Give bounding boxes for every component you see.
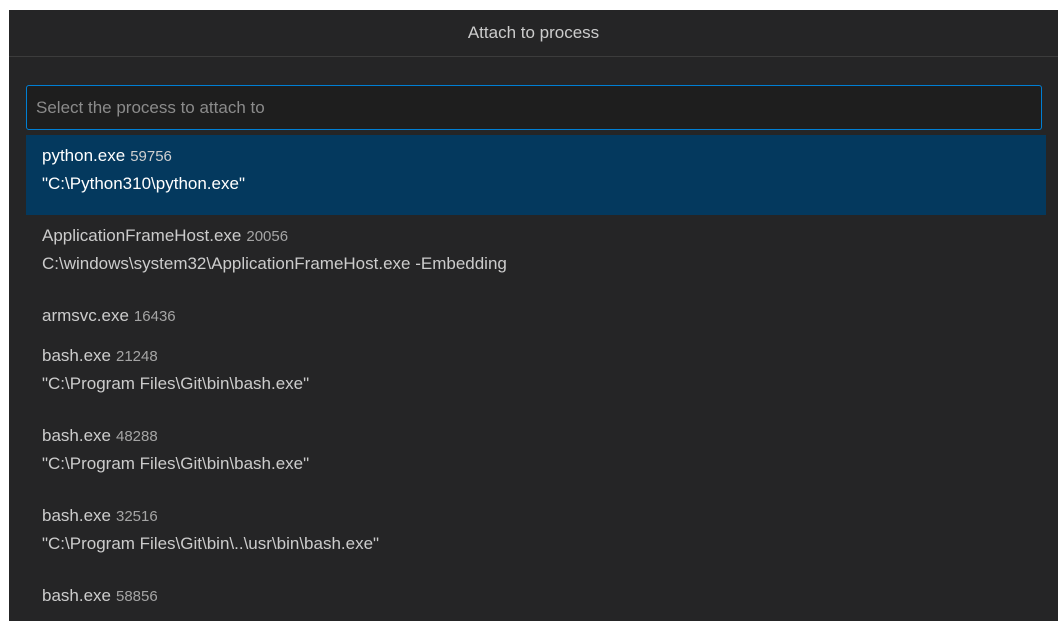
process-list: python.exe 59756 "C:\Python310\python.exe… <box>9 135 1058 615</box>
process-name: ApplicationFrameHost.exe <box>42 226 242 245</box>
process-id: 21248 <box>116 348 158 365</box>
process-command-line: C:\windows\system32\ApplicationFrameHost… <box>42 254 507 273</box>
process-id: 58856 <box>116 588 158 605</box>
process-label: bash.exe 21248 <box>42 343 1030 369</box>
list-item[interactable]: ApplicationFrameHost.exe 20056 C:\windows… <box>26 215 1046 295</box>
process-label: ApplicationFrameHost.exe 20056 <box>42 223 1030 249</box>
dialog-title: Attach to process <box>9 10 1058 57</box>
process-name: bash.exe <box>42 346 111 365</box>
quick-pick-dialog: Attach to process python.exe59756 "C:\Py… <box>9 10 1058 621</box>
process-name: bash.exe <box>42 506 111 525</box>
process-label: bash.exe 58856 <box>42 583 1030 609</box>
list-item[interactable]: bash.exe 32516 "C:\Program Files\Git\bin\… <box>26 495 1046 575</box>
process-label: bash.exe 32516 <box>42 503 1030 529</box>
process-id: 48288 <box>116 428 158 445</box>
list-item[interactable]: bash.exe 48288 "C:\Program Files\Git\bin\… <box>26 415 1046 495</box>
list-item[interactable]: bash.exe 21248 "C:\Program Files\Git\bin\… <box>26 335 1046 415</box>
process-command-line: "C:\Program Files\Git\bin\bash.exe" <box>42 374 310 393</box>
list-item[interactable]: armsvc.exe 16436 <box>26 295 1046 335</box>
process-id: 59756 <box>130 148 172 165</box>
process-label: bash.exe 48288 <box>42 423 1030 449</box>
list-item[interactable]: bash.exe 58856 <box>26 575 1046 615</box>
process-command-line: "C:\Python310\python.exe" <box>42 174 245 193</box>
process-id: 32516 <box>116 508 158 525</box>
process-id: 20056 <box>246 228 289 245</box>
process-name: armsvc.exe <box>42 306 129 325</box>
process-name: python.exe <box>42 146 126 165</box>
search-input-container <box>9 85 1058 130</box>
process-command-line: "C:\Program Files\Git\bin\..\usr\bin\bas… <box>42 534 380 553</box>
process-name: bash.exe <box>42 426 111 445</box>
process-command-line: "C:\Program Files\Git\bin\bash.exe" <box>42 454 310 473</box>
search-input[interactable] <box>26 85 1042 130</box>
list-item[interactable]: python.exe 59756 "C:\Python310\python.exe… <box>26 135 1046 215</box>
process-name: bash.exe <box>42 586 111 605</box>
process-label: armsvc.exe 16436 <box>42 303 1030 329</box>
process-id: 16436 <box>133 308 176 325</box>
process-label: python.exe 59756 <box>42 143 1030 169</box>
